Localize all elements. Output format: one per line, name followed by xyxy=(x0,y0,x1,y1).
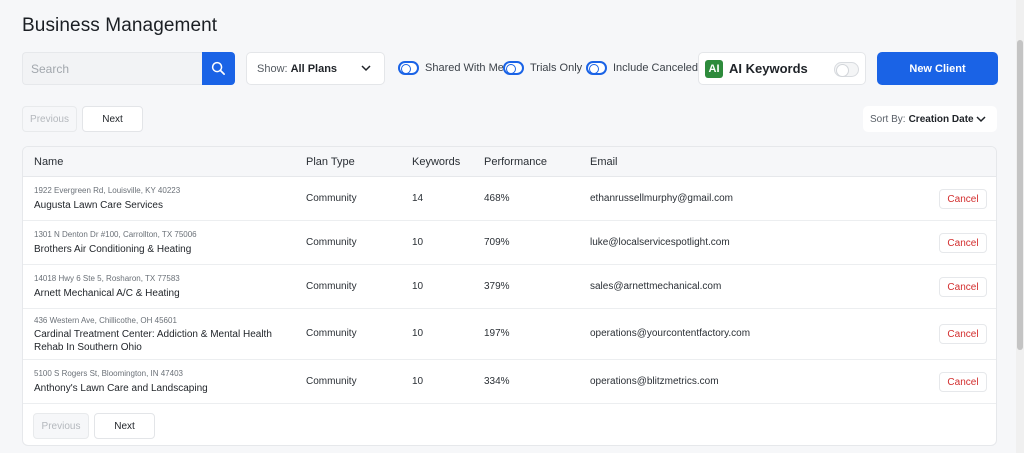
keywords-count: 14 xyxy=(412,193,424,204)
keywords-count: 10 xyxy=(412,328,424,339)
page-title: Business Management xyxy=(22,15,218,36)
client-email: ethanrussellmurphy@gmail.com xyxy=(590,193,733,204)
toggle-switch[interactable] xyxy=(586,61,607,75)
client-address: 436 Western Ave, Chillicothe, OH 45601 xyxy=(34,316,177,325)
performance-value: 468% xyxy=(484,193,510,204)
plan-type: Community xyxy=(306,376,357,387)
sort-select[interactable]: Sort By: Creation Date xyxy=(863,106,997,132)
cancel-button[interactable]: Cancel xyxy=(939,372,987,392)
keywords-count: 10 xyxy=(412,376,424,387)
cancel-button[interactable]: Cancel xyxy=(939,189,987,209)
plan-filter-select[interactable]: Show: All Plans xyxy=(246,52,385,85)
client-address: 1922 Evergreen Rd, Louisville, KY 40223 xyxy=(34,186,181,195)
cancel-button[interactable]: Cancel xyxy=(939,277,987,297)
next-page-button[interactable]: Next xyxy=(82,106,143,132)
toggle-include-canceled[interactable]: Include Canceled xyxy=(586,61,698,75)
new-client-button[interactable]: New Client xyxy=(877,52,998,85)
ai-keywords-label: AI Keywords xyxy=(729,61,808,76)
search-icon xyxy=(211,61,225,75)
cancel-button[interactable]: Cancel xyxy=(939,233,987,253)
client-name[interactable]: Cardinal Treatment Center: Addiction & M… xyxy=(34,328,299,354)
search-button[interactable] xyxy=(202,52,235,85)
performance-value: 334% xyxy=(484,376,510,387)
table-row[interactable]: 14018 Hwy 6 Ste 5, Rosharon, TX 77583 Ar… xyxy=(23,265,996,309)
table-header: Name Plan Type Keywords Performance Emai… xyxy=(23,147,996,177)
client-email: sales@arnettmechanical.com xyxy=(590,281,722,292)
client-name[interactable]: Arnett Mechanical A/C & Heating xyxy=(34,287,299,300)
client-email: luke@localservicespotlight.com xyxy=(590,237,730,248)
search-bar xyxy=(22,52,235,85)
page-scrollbar[interactable] xyxy=(1016,0,1024,453)
cancel-button[interactable]: Cancel xyxy=(939,324,987,344)
search-input[interactable] xyxy=(22,52,202,85)
toggle-switch[interactable] xyxy=(503,61,524,75)
plan-filter-value: All Plans xyxy=(290,62,338,75)
toggle-label: Trials Only xyxy=(530,62,583,74)
chevron-down-icon xyxy=(976,116,986,123)
plan-filter-label: Show: xyxy=(257,62,288,75)
toggle-shared-with-me[interactable]: Shared With Me xyxy=(398,61,504,75)
keywords-count: 10 xyxy=(412,237,424,248)
sort-value: Creation Date xyxy=(908,113,974,125)
ai-keywords-toggle[interactable]: AI AI Keywords xyxy=(698,52,866,85)
ai-badge-icon: AI xyxy=(705,59,723,78)
chevron-down-icon xyxy=(361,65,371,72)
plan-type: Community xyxy=(306,328,357,339)
column-header-name: Name xyxy=(34,156,64,168)
table-row[interactable]: 436 Western Ave, Chillicothe, OH 45601 C… xyxy=(23,309,996,360)
client-address: 14018 Hwy 6 Ste 5, Rosharon, TX 77583 xyxy=(34,274,180,283)
previous-page-button[interactable]: Previous xyxy=(33,413,89,439)
performance-value: 197% xyxy=(484,328,510,339)
column-header-plan-type: Plan Type xyxy=(306,156,355,168)
toggle-switch[interactable] xyxy=(398,61,419,75)
client-address: 1301 N Denton Dr #100, Carrollton, TX 75… xyxy=(34,230,197,239)
column-header-performance: Performance xyxy=(484,156,547,168)
plan-type: Community xyxy=(306,193,357,204)
client-email: operations@yourcontentfactory.com xyxy=(590,328,751,339)
previous-page-button[interactable]: Previous xyxy=(22,106,77,132)
table-row[interactable]: 5100 S Rogers St, Bloomington, IN 47403 … xyxy=(23,360,996,404)
client-name[interactable]: Augusta Lawn Care Services xyxy=(34,199,299,212)
table-row[interactable]: 1922 Evergreen Rd, Louisville, KY 40223 … xyxy=(23,177,996,221)
plan-type: Community xyxy=(306,237,357,248)
column-header-email: Email xyxy=(590,156,618,168)
performance-value: 379% xyxy=(484,281,510,292)
client-address: 5100 S Rogers St, Bloomington, IN 47403 xyxy=(34,369,183,378)
clients-table: Name Plan Type Keywords Performance Emai… xyxy=(22,146,997,446)
ai-keywords-switch[interactable] xyxy=(834,62,859,77)
client-name[interactable]: Anthony's Lawn Care and Landscaping xyxy=(34,382,299,395)
toggle-label: Shared With Me xyxy=(425,62,504,74)
client-email: operations@blitzmetrics.com xyxy=(590,376,719,387)
toggle-trials-only[interactable]: Trials Only xyxy=(503,61,582,75)
toggle-label: Include Canceled xyxy=(613,62,699,74)
keywords-count: 10 xyxy=(412,281,424,292)
plan-type: Community xyxy=(306,281,357,292)
scrollbar-thumb[interactable] xyxy=(1017,40,1023,350)
sort-label: Sort By: xyxy=(870,113,906,125)
next-page-button[interactable]: Next xyxy=(94,413,155,439)
column-header-keywords: Keywords xyxy=(412,156,461,168)
performance-value: 709% xyxy=(484,237,510,248)
client-name[interactable]: Brothers Air Conditioning & Heating xyxy=(34,243,299,256)
table-row[interactable]: 1301 N Denton Dr #100, Carrollton, TX 75… xyxy=(23,221,996,265)
